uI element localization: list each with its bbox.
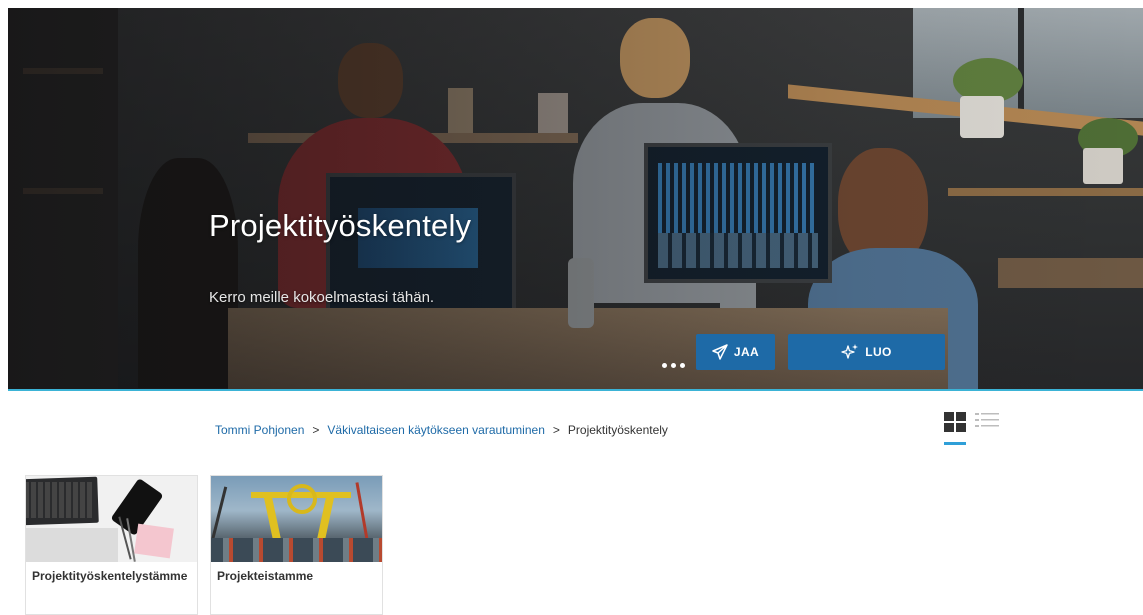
breadcrumb-current: Projektityöskentely (567, 423, 668, 437)
collection-card[interactable]: Projekteistamme (210, 475, 383, 615)
list-view-icon (975, 413, 999, 427)
create-button[interactable]: LUO (788, 334, 945, 370)
share-button[interactable]: JAA (696, 334, 775, 370)
laptop-desk-photo (26, 476, 197, 562)
share-label: JAA (733, 345, 760, 359)
collection-card-title: Projektityöskentelystämme (32, 569, 188, 583)
hero-divider (8, 389, 1143, 391)
breadcrumb-item-owner[interactable]: Tommi Pohjonen (215, 423, 304, 437)
collection-description[interactable]: Kerro meille kokoelmastasi tähän. (209, 289, 434, 306)
collection-title: Projektityöskentely (209, 208, 472, 243)
breadcrumb-separator: > (312, 423, 320, 437)
collection-card-title: Projekteistamme (217, 569, 314, 583)
paper-plane-icon (712, 344, 728, 360)
breadcrumb-separator: > (552, 423, 560, 437)
list-view-button[interactable] (975, 412, 999, 436)
collection-hero: Projektityöskentely Kerro meille kokoelm… (8, 8, 1143, 389)
construction-site-photo (211, 476, 382, 562)
more-options-button[interactable] (655, 353, 691, 377)
grid-view-button[interactable] (944, 412, 968, 445)
collection-card[interactable]: Projektityöskentelystämme (25, 475, 198, 615)
active-view-indicator (944, 442, 966, 445)
more-dots-icon (661, 362, 667, 368)
breadcrumb: Tommi Pohjonen > Väkivaltaiseen käytökse… (215, 423, 668, 437)
create-label: LUO (865, 345, 892, 359)
hero-overlay (8, 8, 1143, 389)
breadcrumb-item-parent[interactable]: Väkivaltaiseen käytökseen varautuminen (327, 423, 544, 437)
grid-view-icon (944, 412, 966, 432)
sparkle-icon (841, 344, 859, 359)
